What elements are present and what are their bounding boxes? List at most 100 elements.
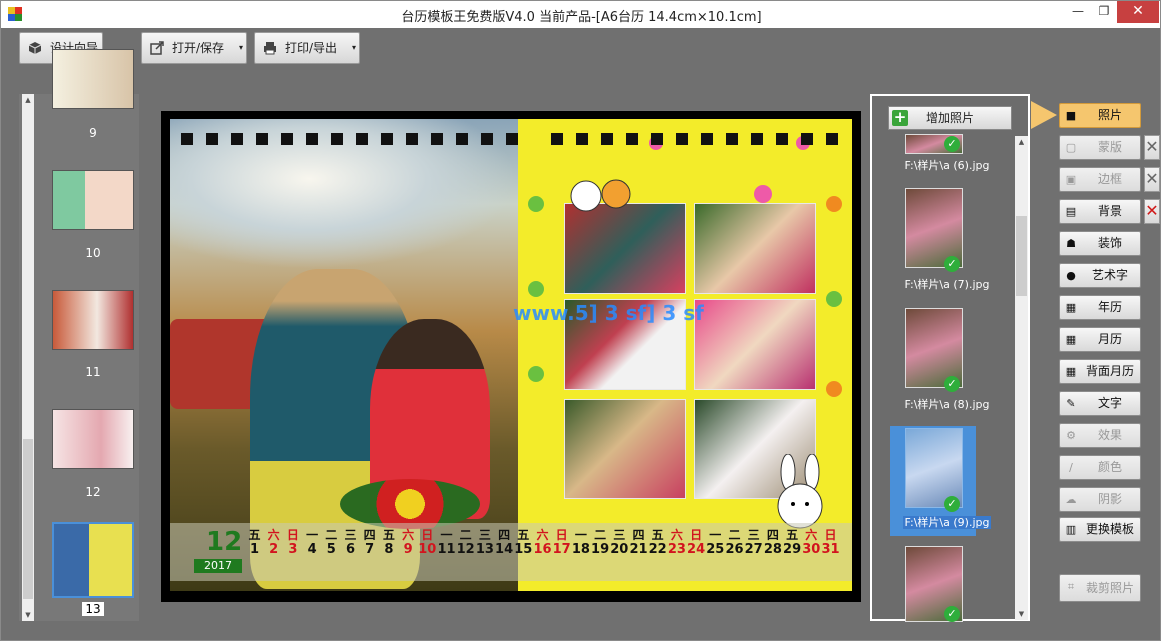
shadow-button-label: 阴影	[1097, 492, 1122, 506]
back-month-calendar-button[interactable]: ▦ 背面月历	[1059, 359, 1141, 384]
photo-list-scrollbar[interactable]: ▲ ▼	[1015, 136, 1028, 620]
remove-background-button[interactable]: ✕	[1144, 199, 1160, 224]
calendar-weekday: 二	[728, 528, 741, 542]
calendar-weekday: 一	[574, 528, 587, 542]
page-thumbnail[interactable]	[52, 170, 134, 230]
add-photo-button[interactable]: + 增加照片	[888, 106, 1012, 130]
chevron-down-icon[interactable]: ▾	[239, 33, 243, 63]
calendar-weekday: 三	[344, 528, 357, 542]
month-calendar-label: 月历	[1097, 332, 1122, 346]
close-button[interactable]: ✕	[1117, 1, 1159, 23]
scrollbar-thumb[interactable]	[23, 439, 33, 599]
remove-mask-button[interactable]: ✕	[1144, 135, 1160, 160]
calendar-canvas[interactable]: 12 2017 五 1 六 2 日 3 一 4 二 5 三 6 四 7 五 8 六 9 日 10 一 11 二 12 三 13 四 1…	[161, 111, 861, 602]
mask-button-label: 蒙版	[1097, 140, 1122, 154]
scroll-down-icon[interactable]: ▼	[1015, 608, 1028, 620]
print-export-label: 打印/导出	[285, 41, 338, 55]
print-export-button[interactable]: 打印/导出 ▾	[254, 32, 360, 64]
decoration-button[interactable]: ☗ 装饰	[1059, 231, 1141, 256]
check-icon: ✓	[944, 136, 960, 152]
calendar-weekday: 六	[670, 528, 683, 542]
selected-page-number: 13	[82, 602, 104, 616]
photo-button-label: 照片	[1097, 108, 1122, 122]
add-photo-label: 增加照片	[925, 111, 974, 125]
page-thumbnail[interactable]	[52, 49, 134, 109]
effect-button[interactable]: ⚙ 效果	[1059, 423, 1141, 448]
brush-icon: ∕	[1069, 461, 1073, 474]
calendar-weekday: 二	[594, 528, 607, 542]
text-button[interactable]: ✎ 文字	[1059, 391, 1141, 416]
watermark-text: www.5] 3 sf] 3 sf	[513, 301, 704, 325]
calendar-day: 16	[533, 542, 552, 557]
calendar-day: 31	[821, 542, 840, 557]
calendar-day: 3	[288, 542, 298, 557]
calendar-weekday: 二	[325, 528, 338, 542]
shadow-button[interactable]: ☁ 阴影	[1059, 487, 1141, 512]
plus-icon: +	[892, 108, 908, 126]
decoration-button-label: 装饰	[1097, 236, 1122, 250]
scroll-down-icon[interactable]: ▼	[22, 609, 34, 621]
change-template-button[interactable]: ▥ 更换模板	[1059, 517, 1141, 542]
art-text-button[interactable]: ● 艺术字	[1059, 263, 1141, 288]
calendar-weekday: 四	[498, 528, 511, 542]
tool-sidebar: ■ 照片 ▢ 蒙版 ✕ ▣ 边框 ✕ ▤ 背景 ✕ ☗ 装饰 ● 艺术字 ▦ 年历 ▦ 月历 ▦…	[1031, 94, 1160, 614]
photo-button[interactable]: ■ 照片	[1059, 103, 1141, 128]
camera-icon: ■	[1065, 109, 1077, 122]
calendar-day: 20	[610, 542, 629, 557]
crop-photo-label: 裁剪照片	[1085, 581, 1134, 595]
year-calendar-button[interactable]: ▦ 年历	[1059, 295, 1141, 320]
open-save-button[interactable]: 打开/保存 ▾	[141, 32, 247, 64]
calendar-weekday: 二	[459, 528, 472, 542]
frame-button-label: 边框	[1097, 172, 1122, 186]
color-button[interactable]: ∕ 颜色	[1059, 455, 1141, 480]
calendar-weekday: 三	[747, 528, 760, 542]
calendar-weekday: 六	[536, 528, 549, 542]
mask-button[interactable]: ▢ 蒙版	[1059, 135, 1141, 160]
scrollbar-thumb[interactable]	[1016, 216, 1027, 296]
month-calendar-strip[interactable]: 12 2017 五 1 六 2 日 3 一 4 二 5 三 6 四 7 五 8 六 9 日 10 一 11 二 12 三 13 四 1…	[170, 523, 852, 581]
app-window: 台历模板王免费版V4.0 当前产品-[A6台历 14.4cm×10.1cm] —…	[0, 0, 1161, 641]
calendar-weekday: 四	[766, 528, 779, 542]
remove-frame-button[interactable]: ✕	[1144, 167, 1160, 192]
page-thumbnail-label: 10	[85, 246, 101, 260]
calendar-day: 24	[687, 542, 706, 557]
chevron-down-icon[interactable]: ▾	[352, 33, 356, 63]
calendar-weekday: 五	[382, 528, 395, 542]
color-button-label: 颜色	[1097, 460, 1122, 474]
crop-photo-button[interactable]: ⌗ 裁剪照片	[1059, 574, 1141, 602]
calendar-weekday: 六	[267, 528, 280, 542]
calendar-day: 21	[629, 542, 648, 557]
photo-filename-selected: F:\样片\a (9).jpg	[892, 514, 1002, 530]
calendar-month: 12	[206, 527, 243, 557]
speech-bubble-icon: ●	[1066, 269, 1076, 282]
calendar-day: 13	[475, 542, 494, 557]
calendar-weekday: 日	[690, 528, 703, 542]
scroll-up-icon[interactable]: ▲	[1015, 136, 1028, 148]
calendar-day: 7	[365, 542, 375, 557]
check-icon: ✓	[944, 256, 960, 272]
frame-button[interactable]: ▣ 边框	[1059, 167, 1141, 192]
thumbnail-scrollbar[interactable]: ▲ ▼	[22, 94, 34, 621]
collage-page[interactable]	[518, 119, 852, 591]
calendar-icon: ▦	[1065, 365, 1077, 378]
calendar-day: 23	[667, 542, 686, 557]
main-couple-photo[interactable]	[170, 119, 518, 591]
page-thumbnail-label: 13	[52, 602, 134, 616]
page-thumbnail[interactable]	[52, 290, 134, 350]
flower-bouquet	[340, 479, 480, 529]
maximize-button[interactable]: ❐	[1091, 1, 1117, 23]
open-file-icon	[150, 41, 164, 55]
page-thumbnail-label: 11	[85, 365, 101, 379]
calendar-weekday: 日	[555, 528, 568, 542]
month-calendar-button[interactable]: ▦ 月历	[1059, 327, 1141, 352]
page-thumbnail-selected[interactable]	[52, 522, 134, 598]
calendar-year: 2017	[194, 559, 242, 573]
calendar-weekday: 五	[651, 528, 664, 542]
page-thumbnail[interactable]	[52, 409, 134, 469]
background-button[interactable]: ▤ 背景	[1059, 199, 1141, 224]
scroll-up-icon[interactable]: ▲	[22, 94, 34, 106]
minimize-button[interactable]: —	[1065, 1, 1091, 23]
photo-filename: F:\样片\a (8).jpg	[904, 398, 990, 411]
printer-icon	[264, 42, 276, 55]
calendar-day: 12	[456, 542, 475, 557]
